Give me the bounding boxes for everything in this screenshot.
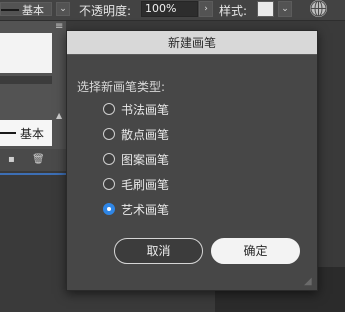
style-chevron-down-icon[interactable]: ⌄ bbox=[278, 1, 292, 17]
brush-divider bbox=[0, 76, 52, 84]
stroke-profile-chevron-down-icon[interactable]: ⌄ bbox=[56, 2, 70, 16]
scroll-up-icon[interactable]: ▲ bbox=[56, 111, 62, 120]
style-label: 样式: bbox=[219, 4, 248, 18]
opacity-input[interactable]: 100% bbox=[141, 1, 198, 17]
radio-label: 书法画笔 bbox=[121, 102, 170, 117]
radio-scatter-brush[interactable]: 散点画笔 bbox=[103, 126, 169, 142]
radio-bristle-brush[interactable]: 毛刷画笔 bbox=[103, 176, 169, 192]
radio-label: 艺术画笔 bbox=[121, 202, 170, 217]
radio-button[interactable] bbox=[103, 103, 115, 115]
brush-item-label: 基本 bbox=[20, 127, 45, 141]
stroke-line-preview bbox=[1, 9, 19, 11]
brush-library-panel: ≡ ▲ 基本 ▪ 🗑 bbox=[0, 21, 66, 171]
radio-art-brush[interactable]: 艺术画笔 bbox=[103, 201, 169, 217]
style-swatch[interactable] bbox=[257, 1, 274, 17]
globe-icon[interactable] bbox=[310, 0, 327, 17]
trash-icon[interactable]: 🗑 bbox=[32, 155, 45, 165]
cancel-button[interactable]: 取消 bbox=[114, 238, 203, 264]
stroke-profile-label: 基本 bbox=[22, 4, 44, 17]
control-bar: 基本 ⌄ 不透明度: 100% › 样式: ⌄ bbox=[0, 0, 345, 21]
radio-button[interactable] bbox=[103, 153, 115, 165]
brush-swatch-top[interactable] bbox=[0, 33, 52, 73]
radio-button[interactable] bbox=[103, 178, 115, 190]
brush-item-basic[interactable]: 基本 bbox=[0, 120, 52, 146]
radio-pattern-brush[interactable]: 图案画笔 bbox=[103, 151, 169, 167]
panel-footer: ▪ 🗑 bbox=[0, 149, 66, 171]
opacity-chevron-right-icon[interactable]: › bbox=[199, 1, 213, 17]
brush-type-prompt: 选择新画笔类型: bbox=[77, 80, 166, 94]
ok-button[interactable]: 确定 bbox=[211, 238, 300, 264]
brush-line-preview bbox=[0, 132, 16, 134]
new-brush-dialog: 新建画笔 选择新画笔类型: 书法画笔 散点画笔 图案画笔 毛刷画笔 艺术画笔 取… bbox=[66, 30, 318, 291]
new-brush-icon[interactable]: ▪ bbox=[8, 155, 18, 165]
radio-label: 毛刷画笔 bbox=[121, 177, 170, 192]
dialog-title: 新建画笔 bbox=[67, 31, 317, 55]
resize-handle-icon[interactable]: ◢ bbox=[304, 277, 314, 287]
radio-calligraphic-brush[interactable]: 书法画笔 bbox=[103, 101, 169, 117]
opacity-label: 不透明度: bbox=[79, 4, 132, 18]
radio-label: 图案画笔 bbox=[121, 152, 170, 167]
radio-label: 散点画笔 bbox=[121, 127, 170, 142]
stroke-profile-dropdown[interactable]: 基本 bbox=[0, 2, 52, 17]
panel-menu-icon[interactable]: ≡ bbox=[55, 22, 65, 32]
radio-button[interactable] bbox=[103, 128, 115, 140]
selection-highlight bbox=[0, 173, 75, 175]
radio-button-selected[interactable] bbox=[103, 203, 115, 215]
